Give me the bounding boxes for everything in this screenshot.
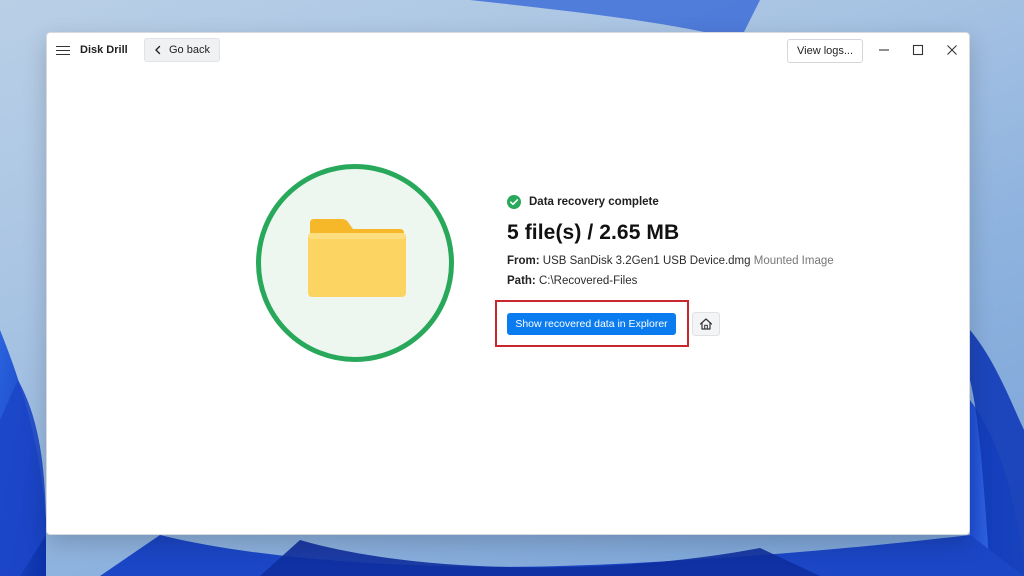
source-tag: Mounted Image [753,255,834,267]
minimize-icon[interactable] [877,43,891,57]
recovery-complete-badge [256,164,454,362]
chevron-left-icon [155,45,161,55]
app-window: Disk Drill Go back View logs... Data rec… [46,32,970,535]
recovery-info: Data recovery complete 5 file(s) / 2.65 … [507,193,927,287]
show-in-explorer-button[interactable]: Show recovered data in Explorer [507,313,676,335]
go-back-button[interactable]: Go back [144,38,220,62]
title-bar: Disk Drill Go back View logs... [47,33,969,69]
folder-icon [308,219,406,297]
app-title: Disk Drill [80,44,128,56]
path-label: Path: [507,275,536,287]
status-row: Data recovery complete [507,193,927,211]
view-logs-button[interactable]: View logs... [787,39,864,63]
status-text: Data recovery complete [529,196,659,208]
maximize-icon[interactable] [911,43,925,57]
go-back-label: Go back [169,44,210,56]
menu-icon[interactable] [56,43,70,57]
desktop: Disk Drill Go back View logs... Data rec… [0,0,1024,576]
recovery-summary: 5 file(s) / 2.65 MB [507,221,680,244]
path-value: C:\Recovered-Files [538,275,638,287]
path-detail: Path: C:\Recovered-Files [507,275,927,287]
home-button[interactable] [692,312,720,336]
check-circle-icon [507,195,521,209]
source-value: USB SanDisk 3.2Gen1 USB Device.dmg [542,255,751,267]
from-label: From: [507,255,540,267]
close-icon[interactable] [945,43,959,57]
home-icon [699,318,713,330]
source-detail: From: USB SanDisk 3.2Gen1 USB Device.dmg… [507,255,927,267]
